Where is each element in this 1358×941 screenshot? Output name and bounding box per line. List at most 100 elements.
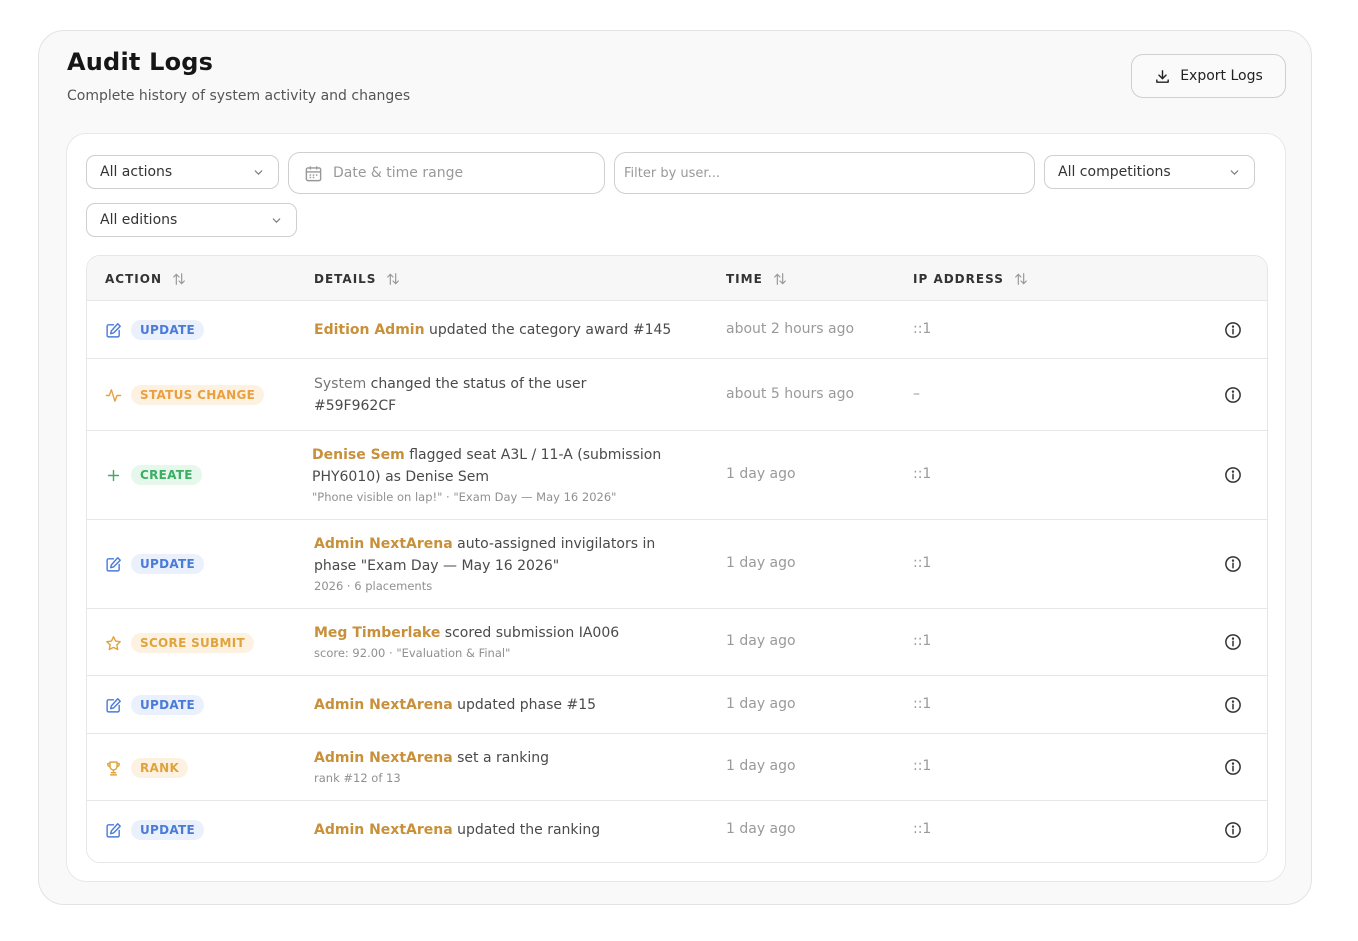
column-ip-address[interactable]: IP ADDRESS xyxy=(913,271,1029,287)
info-icon[interactable] xyxy=(1224,555,1242,573)
ip-cell: ::1 xyxy=(913,696,932,712)
table-row[interactable]: CREATE Denise Sem flagged seat A3L / 11-… xyxy=(87,431,1267,520)
info-icon[interactable] xyxy=(1224,633,1242,651)
download-icon xyxy=(1156,69,1170,83)
action-badge: CREATE xyxy=(131,465,202,485)
actor-name[interactable]: Admin NextArena xyxy=(314,822,453,838)
ip-cell: – xyxy=(913,386,920,402)
edit-icon xyxy=(106,822,121,838)
calendar-icon xyxy=(305,165,322,181)
column-details[interactable]: DETAILS xyxy=(314,271,401,287)
page-subtitle: Complete history of system activity and … xyxy=(67,88,411,104)
details-cell: Admin NextArena updated the ranking xyxy=(314,819,694,841)
details-cell: Admin NextArena auto-assigned invigilato… xyxy=(314,533,684,595)
action-badge: SCORE SUBMIT xyxy=(131,633,254,653)
details-cell: Meg Timberlake scored submission IA006 s… xyxy=(314,622,694,662)
action-cell: UPDATE xyxy=(105,320,205,340)
action-cell: UPDATE xyxy=(105,820,205,840)
actor-name[interactable]: Admin NextArena xyxy=(314,536,453,552)
details-text: updated phase #15 xyxy=(452,697,597,713)
activity-icon xyxy=(105,388,122,402)
edit-icon xyxy=(106,556,121,572)
logs-card: All actions Date & time range Filter by … xyxy=(66,133,1286,882)
actions-filter[interactable]: All actions xyxy=(86,155,279,189)
info-icon[interactable] xyxy=(1224,386,1242,404)
details-subtext: rank #12 of 13 xyxy=(314,771,401,785)
actor-name[interactable]: Meg Timberlake xyxy=(314,625,440,641)
trophy-icon xyxy=(107,760,120,776)
sort-icon xyxy=(1014,273,1027,285)
details-subtext: "Phone visible on lap!" · "Exam Day — Ma… xyxy=(312,490,617,504)
table-row[interactable]: UPDATE Edition Admin updated the categor… xyxy=(87,301,1267,359)
competitions-filter-value: All competitions xyxy=(1058,164,1171,180)
ip-cell: ::1 xyxy=(913,758,932,774)
table-row[interactable]: STATUS CHANGE System changed the status … xyxy=(87,359,1267,431)
audit-logs-panel: Audit Logs Complete history of system ac… xyxy=(38,30,1312,905)
export-logs-label: Export Logs xyxy=(1180,68,1263,84)
ip-cell: ::1 xyxy=(913,555,932,571)
action-badge: UPDATE xyxy=(131,554,205,574)
column-time[interactable]: TIME xyxy=(726,271,788,287)
export-logs-button[interactable]: Export Logs xyxy=(1131,54,1286,98)
actor-name[interactable]: Denise Sem xyxy=(312,447,405,463)
action-cell: RANK xyxy=(105,758,189,778)
table-row[interactable]: RANK Admin NextArena set a ranking rank … xyxy=(87,734,1267,801)
info-icon[interactable] xyxy=(1224,696,1242,714)
table-row[interactable]: UPDATE Admin NextArena auto-assigned inv… xyxy=(87,520,1267,609)
editions-filter-value: All editions xyxy=(100,212,178,228)
action-badge: RANK xyxy=(131,758,189,778)
info-icon[interactable] xyxy=(1224,321,1242,339)
action-cell: STATUS CHANGE xyxy=(105,385,265,405)
time-cell: about 2 hours ago xyxy=(726,321,855,337)
info-icon[interactable] xyxy=(1224,821,1242,839)
details-text: scored submission IA006 xyxy=(440,625,620,641)
table-row[interactable]: SCORE SUBMIT Meg Timberlake scored submi… xyxy=(87,609,1267,676)
date-range-filter[interactable]: Date & time range xyxy=(288,152,605,194)
details-text: updated the ranking xyxy=(452,822,601,838)
time-cell: 1 day ago xyxy=(726,696,796,712)
details-cell: System changed the status of the user #5… xyxy=(314,373,634,417)
user-filter-placeholder: Filter by user... xyxy=(624,165,720,181)
action-badge: UPDATE xyxy=(131,820,205,840)
sort-icon xyxy=(387,273,400,285)
chevron-down-icon xyxy=(272,218,281,223)
column-action[interactable]: ACTION xyxy=(105,271,187,287)
ip-cell: ::1 xyxy=(913,321,932,337)
chevron-down-icon xyxy=(1230,170,1239,175)
star-icon xyxy=(106,635,121,650)
table-row[interactable]: UPDATE Admin NextArena updated phase #15… xyxy=(87,676,1267,734)
actor-name[interactable]: Admin NextArena xyxy=(314,750,453,766)
time-cell: 1 day ago xyxy=(726,758,796,774)
ip-cell: ::1 xyxy=(913,466,932,482)
details-subtext: 2026 · 6 placements xyxy=(314,579,433,593)
actor-name[interactable]: Admin NextArena xyxy=(314,697,453,713)
details-cell: Admin NextArena updated phase #15 xyxy=(314,694,694,716)
details-text: updated the category award #145 xyxy=(424,322,672,338)
column-time-label: TIME xyxy=(726,272,763,286)
edit-icon xyxy=(106,322,121,338)
sort-icon xyxy=(173,273,185,285)
info-icon[interactable] xyxy=(1224,466,1242,484)
actions-filter-value: All actions xyxy=(100,164,173,180)
plus-icon xyxy=(107,469,120,481)
action-cell: UPDATE xyxy=(105,554,205,574)
column-action-label: ACTION xyxy=(105,272,162,286)
time-cell: 1 day ago xyxy=(726,466,796,482)
sort-icon xyxy=(773,273,786,285)
competitions-filter[interactable]: All competitions xyxy=(1044,155,1255,189)
time-cell: 1 day ago xyxy=(726,821,796,837)
chevron-down-icon xyxy=(254,170,263,175)
action-badge: UPDATE xyxy=(131,320,205,340)
actor-name[interactable]: Edition Admin xyxy=(314,322,425,338)
edit-icon xyxy=(106,697,121,713)
details-cell: Edition Admin updated the category award… xyxy=(314,319,694,341)
details-cell: Denise Sem flagged seat A3L / 11-A (subm… xyxy=(312,444,682,506)
editions-filter[interactable]: All editions xyxy=(86,203,297,237)
page-title: Audit Logs xyxy=(67,48,214,76)
details-subtext: score: 92.00 · "Evaluation & Final" xyxy=(314,646,511,660)
info-icon[interactable] xyxy=(1224,758,1242,776)
column-ip-label: IP ADDRESS xyxy=(913,272,1004,286)
user-filter-input[interactable]: Filter by user... xyxy=(614,152,1035,194)
table-row[interactable]: UPDATE Admin NextArena updated the ranki… xyxy=(87,801,1267,862)
ip-cell: ::1 xyxy=(913,633,932,649)
